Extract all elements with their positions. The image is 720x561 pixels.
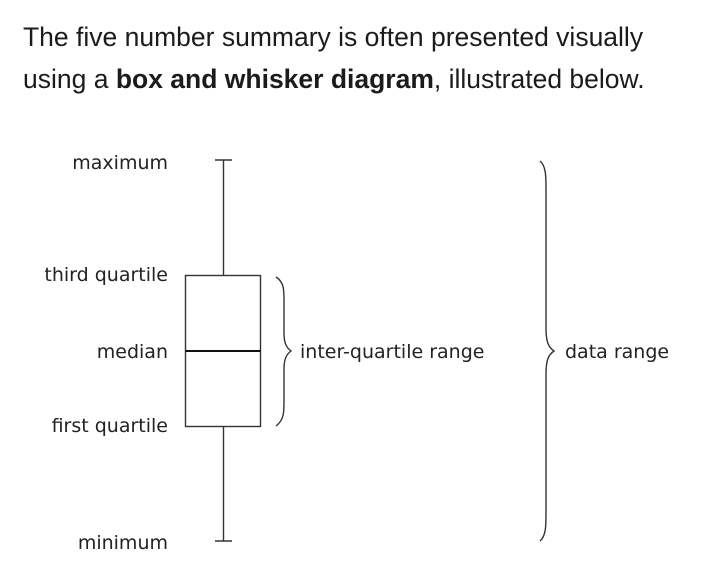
label-minimum: minimum — [78, 532, 168, 554]
label-first-quartile: first quartile — [52, 415, 168, 437]
data-range-brace — [539, 160, 556, 542]
label-maximum: maximum — [72, 152, 168, 174]
label-median: median — [97, 341, 168, 363]
label-data-range: data range — [565, 341, 669, 363]
label-third-quartile: third quartile — [44, 264, 168, 286]
box-whisker-diagram: maximum third quartile median first quar… — [44, 152, 669, 554]
label-iqr: inter-quartile range — [300, 341, 484, 363]
iqr-brace — [275, 276, 293, 427]
